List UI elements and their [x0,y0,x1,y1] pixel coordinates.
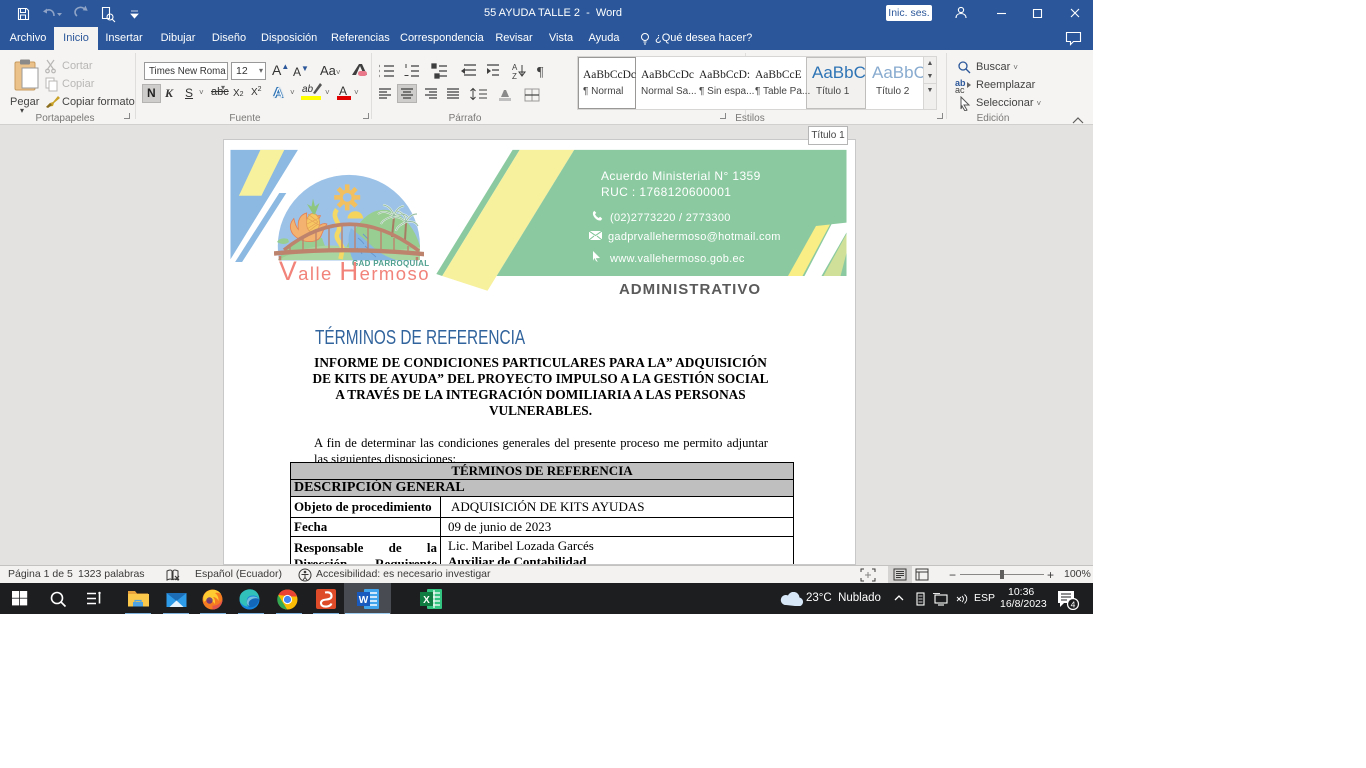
svg-text:ac: ac [955,85,965,93]
svg-text:W: W [359,595,369,606]
svg-text:Z: Z [512,72,517,80]
svg-text:¶: ¶ [537,65,544,80]
svg-text:X: X [423,595,430,606]
svg-text:A: A [512,63,518,72]
svg-text:4: 4 [1071,600,1076,610]
